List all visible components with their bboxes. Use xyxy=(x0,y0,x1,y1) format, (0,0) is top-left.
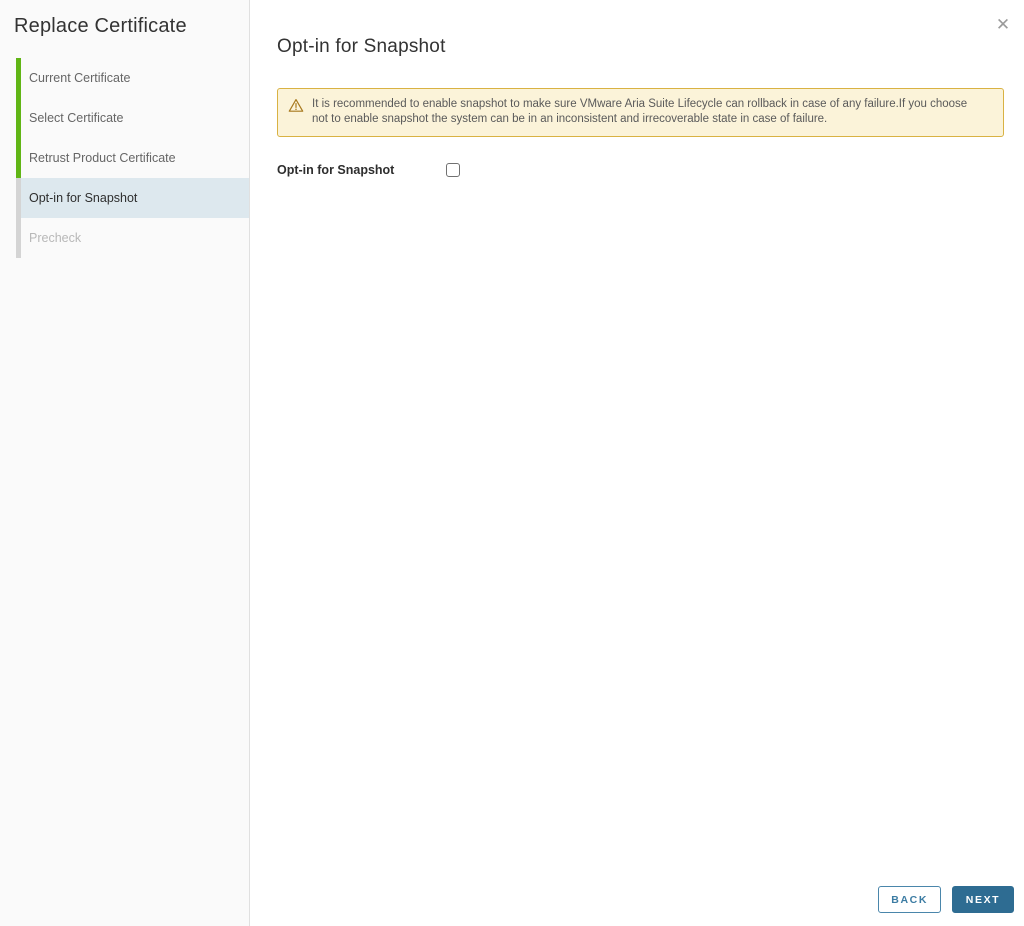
close-icon[interactable]: ✕ xyxy=(992,14,1014,36)
wizard-title: Replace Certificate xyxy=(14,15,187,37)
step-label: Retrust Product Certificate xyxy=(29,151,176,165)
wizard-footer: BACK NEXT xyxy=(878,886,1014,913)
step-current-certificate[interactable]: Current Certificate xyxy=(0,58,249,98)
next-button[interactable]: NEXT xyxy=(952,886,1014,913)
step-label: Precheck xyxy=(29,231,82,245)
opt-in-checkbox[interactable] xyxy=(446,162,460,177)
step-retrust-product-certificate[interactable]: Retrust Product Certificate xyxy=(0,138,249,178)
page-title: Opt-in for Snapshot xyxy=(277,36,446,57)
step-label: Current Certificate xyxy=(29,71,131,85)
step-label: Select Certificate xyxy=(29,111,124,125)
step-label: Opt-in for Snapshot xyxy=(29,191,138,205)
opt-in-label: Opt-in for Snapshot xyxy=(277,162,395,177)
step-precheck: Precheck xyxy=(0,218,249,258)
snapshot-warning-banner: It is recommended to enable snapshot to … xyxy=(277,88,1004,137)
warning-triangle-icon xyxy=(288,98,304,113)
opt-in-row: Opt-in for Snapshot xyxy=(277,162,1004,177)
back-button[interactable]: BACK xyxy=(878,886,941,913)
wizard-content-panel: Opt-in for Snapshot It is recommended to… xyxy=(250,0,1024,926)
warning-message: It is recommended to enable snapshot to … xyxy=(312,98,968,125)
step-select-certificate[interactable]: Select Certificate xyxy=(0,98,249,138)
wizard-sidebar: Replace Certificate Current Certificate … xyxy=(0,0,250,926)
wizard-steps: Current Certificate Select Certificate R… xyxy=(0,58,249,258)
step-opt-in-for-snapshot[interactable]: Opt-in for Snapshot xyxy=(0,178,249,218)
